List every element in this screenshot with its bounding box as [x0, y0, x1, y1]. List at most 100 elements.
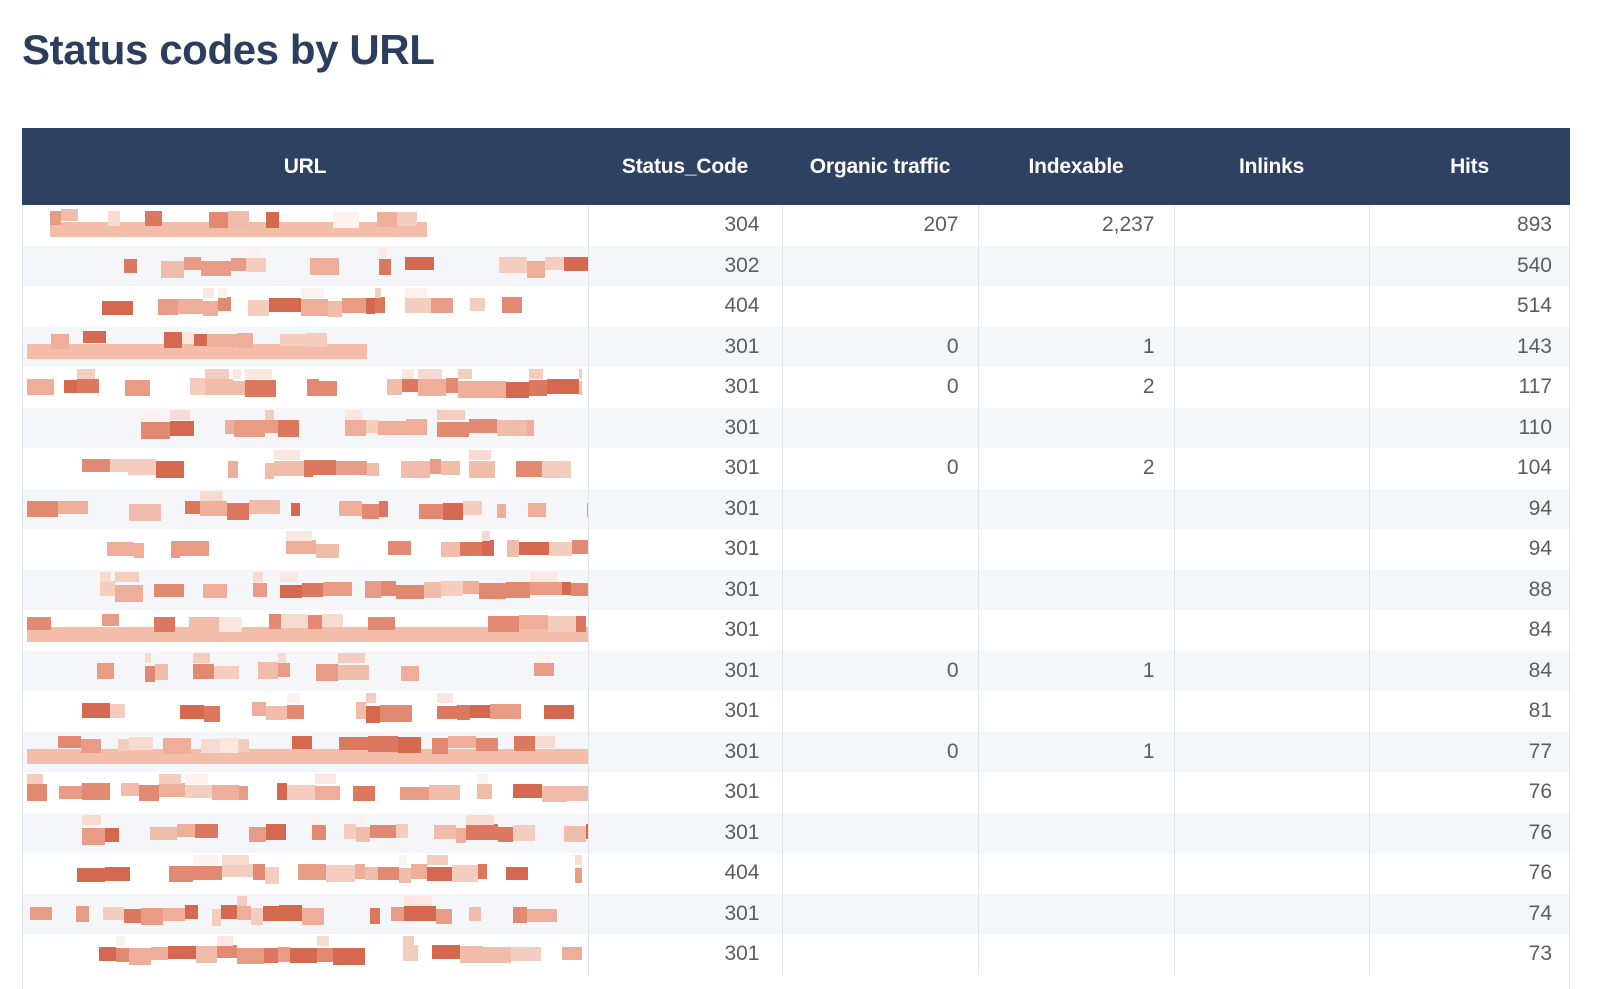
redaction-block [549, 542, 572, 556]
redaction-block [291, 502, 300, 516]
cell-url-redacted[interactable] [22, 853, 588, 894]
page-root: Status codes by URL URL Status_Code Orga… [0, 0, 1600, 989]
redaction-block [27, 500, 58, 517]
redaction-block [457, 705, 470, 720]
redaction-block [105, 827, 119, 842]
redaction-block [237, 905, 251, 920]
cell-status-code: 301 [587, 893, 782, 934]
redaction-block [237, 332, 253, 348]
redaction-block [430, 459, 441, 474]
cell-url-redacted[interactable] [22, 529, 588, 570]
redaction-block [203, 583, 227, 598]
redaction-block [231, 257, 246, 271]
table-row[interactable]: 301 110 [22, 407, 1570, 449]
table-row[interactable]: 301 0 1 84 [22, 650, 1570, 692]
cell-url-redacted[interactable] [22, 813, 588, 854]
cell-url-redacted[interactable] [22, 367, 588, 408]
column-header-hits[interactable]: Hits [1369, 128, 1570, 205]
redaction-block [470, 298, 485, 311]
column-header-url[interactable]: URL [22, 128, 588, 205]
table-row[interactable]: 301 0 1 143 [22, 326, 1570, 368]
redaction-block [544, 705, 574, 719]
cell-url-redacted[interactable] [22, 408, 588, 449]
redaction-block [185, 774, 208, 784]
table-row[interactable]: 404 514 [22, 286, 1570, 327]
cell-url-redacted[interactable] [22, 327, 588, 368]
redaction-block [238, 738, 249, 752]
cell-url-redacted[interactable] [22, 934, 588, 975]
column-header-indexable[interactable]: Indexable [978, 128, 1174, 205]
table-row[interactable]: 404 76 [22, 853, 1570, 894]
redaction-block [381, 580, 396, 596]
cell-url-redacted[interactable] [22, 894, 588, 935]
cell-organic-traffic [781, 569, 978, 610]
column-header-status-code[interactable]: Status_Code [588, 128, 782, 205]
redaction-block [432, 737, 448, 754]
cell-url-redacted[interactable] [22, 651, 588, 692]
cell-url-redacted[interactable] [22, 205, 588, 246]
cell-url-redacted[interactable] [22, 570, 588, 611]
status-codes-table-container: URL Status_Code Organic traffic Indexabl… [22, 128, 1570, 989]
table-row[interactable]: 302 540 [22, 245, 1570, 287]
cell-hits: 110 [1368, 407, 1570, 448]
cell-url-redacted[interactable] [22, 772, 588, 813]
redaction-overlay [22, 286, 588, 327]
redaction-block [391, 906, 404, 921]
redaction-block [201, 738, 220, 753]
table-row[interactable]: 301 94 [22, 529, 1570, 570]
table-row[interactable]: 301 74 [22, 893, 1570, 935]
redaction-block [432, 945, 460, 959]
redaction-block [535, 735, 555, 748]
redaction-block [310, 257, 339, 275]
cell-url-redacted[interactable] [22, 691, 588, 732]
redaction-block [249, 499, 280, 514]
redaction-block [125, 380, 150, 396]
redaction-block [375, 297, 385, 313]
redaction-block [317, 936, 329, 946]
redaction-block [185, 500, 200, 514]
cell-indexable [977, 488, 1174, 529]
cell-status-code: 301 [587, 529, 782, 570]
redaction-block [82, 814, 101, 825]
cell-url-redacted[interactable] [22, 448, 588, 489]
table-row[interactable]: 301 0 1 77 [22, 731, 1570, 773]
redaction-block [319, 381, 337, 396]
table-row[interactable]: 301 84 [22, 610, 1570, 651]
cell-url-redacted[interactable] [22, 246, 588, 287]
redaction-block [548, 616, 576, 632]
table-row[interactable]: 301 0 2 117 [22, 367, 1570, 408]
table-row[interactable]: 301 73 [22, 934, 1570, 975]
redaction-block [141, 409, 166, 420]
redaction-block [129, 948, 151, 965]
redaction-block [339, 736, 368, 750]
cell-url-redacted[interactable] [22, 489, 588, 530]
redaction-block [233, 381, 245, 395]
column-header-organic-traffic[interactable]: Organic traffic [782, 128, 978, 205]
cell-status-code: 301 [587, 407, 782, 448]
redaction-block [366, 693, 376, 703]
redaction-block [193, 866, 222, 880]
cell-indexable: 2,237 [977, 205, 1174, 246]
cell-hits: 74 [1368, 893, 1570, 934]
table-row[interactable]: 301 0 2 104 [22, 448, 1570, 489]
redaction-block [280, 584, 302, 598]
table-row[interactable]: 304 207 2,237 893 [22, 205, 1570, 246]
cell-url-redacted[interactable] [22, 732, 588, 773]
column-header-inlinks[interactable]: Inlinks [1174, 128, 1369, 205]
cell-inlinks [1173, 326, 1369, 367]
table-row[interactable]: 301 88 [22, 569, 1570, 611]
redaction-block [203, 301, 218, 316]
cell-url-redacted[interactable] [22, 610, 588, 651]
redaction-block [139, 785, 159, 801]
cell-organic-traffic [781, 691, 978, 732]
redaction-block [466, 823, 498, 840]
table-row[interactable]: 301 76 [22, 812, 1570, 854]
redaction-block [328, 301, 342, 317]
table-row[interactable]: 301 76 [22, 772, 1570, 813]
cell-indexable [977, 812, 1174, 853]
table-row[interactable]: 301 94 [22, 488, 1570, 530]
cell-url-redacted[interactable] [22, 286, 588, 327]
table-row[interactable]: 301 81 [22, 691, 1570, 732]
redaction-block [366, 419, 378, 433]
redaction-block [404, 895, 432, 906]
